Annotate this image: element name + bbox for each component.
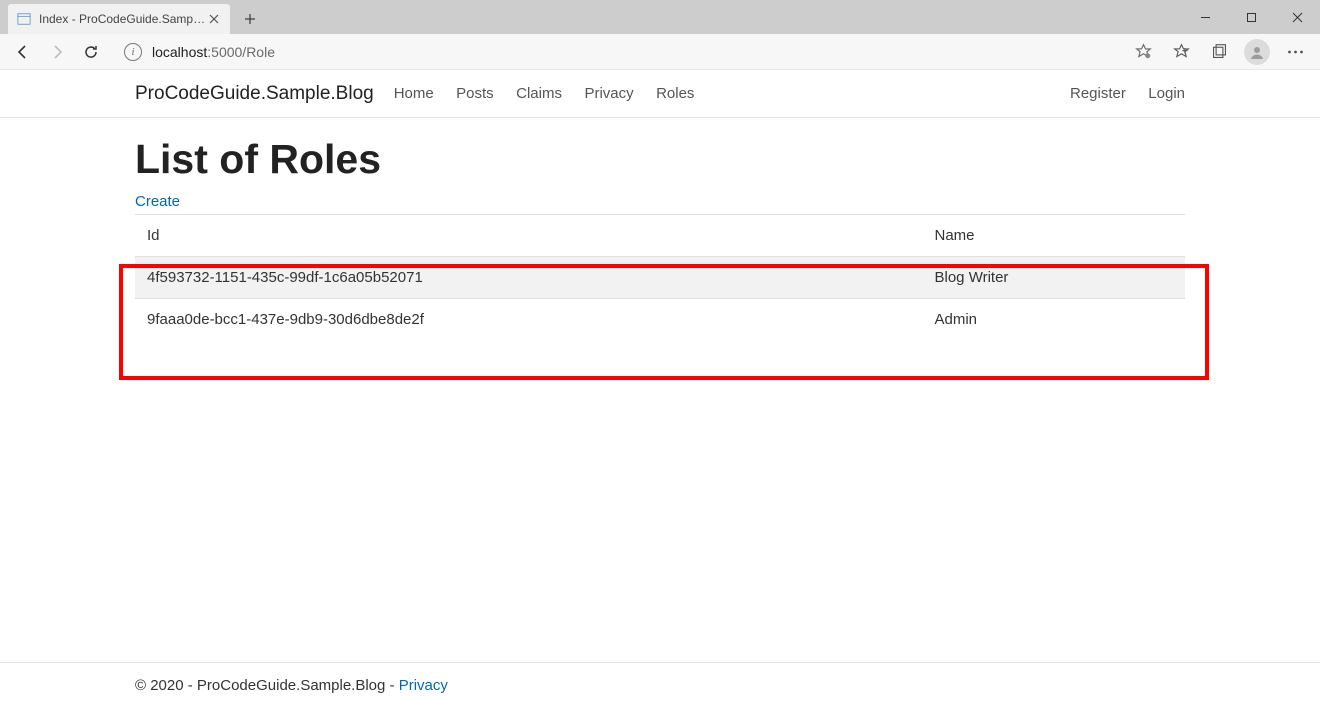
back-button[interactable] xyxy=(6,36,40,68)
page-title: List of Roles xyxy=(135,136,1185,183)
footer: © 2020 - ProCodeGuide.Sample.Blog - Priv… xyxy=(0,662,1320,708)
browser-tab[interactable]: Index - ProCodeGuide.Sample.Bl xyxy=(8,4,230,34)
site-info-icon[interactable]: i xyxy=(124,43,142,61)
cell-id: 4f593732-1151-435c-99df-1c6a05b52071 xyxy=(135,257,923,299)
create-link[interactable]: Create xyxy=(135,193,180,210)
favicon-icon xyxy=(16,11,32,27)
cell-name: Admin xyxy=(923,299,1186,341)
browser-toolbar: i localhost:5000/Role xyxy=(0,34,1320,70)
roles-table: Id Name 4f593732-1151-435c-99df-1c6a05b5… xyxy=(135,214,1185,340)
profile-button[interactable] xyxy=(1238,36,1276,68)
avatar-icon xyxy=(1244,39,1270,65)
favorites-icon[interactable] xyxy=(1162,36,1200,68)
nav-privacy[interactable]: Privacy xyxy=(584,85,633,102)
refresh-button[interactable] xyxy=(74,36,108,68)
nav-home[interactable]: Home xyxy=(394,85,434,102)
column-header-id: Id xyxy=(135,215,923,257)
site-navbar: ProCodeGuide.Sample.Blog Home Posts Clai… xyxy=(0,70,1320,118)
nav-register[interactable]: Register xyxy=(1070,85,1126,102)
brand-link[interactable]: ProCodeGuide.Sample.Blog xyxy=(135,83,374,105)
footer-text: © 2020 - ProCodeGuide.Sample.Blog - xyxy=(135,677,399,694)
forward-button[interactable] xyxy=(40,36,74,68)
cell-id: 9faaa0de-bcc1-437e-9db9-30d6dbe8de2f xyxy=(135,299,923,341)
column-header-name: Name xyxy=(923,215,1186,257)
nav-posts[interactable]: Posts xyxy=(456,85,494,102)
new-tab-button[interactable] xyxy=(236,5,264,33)
url-path: :5000/Role xyxy=(207,44,275,60)
window-minimize-button[interactable] xyxy=(1182,0,1228,34)
table-row: 4f593732-1151-435c-99df-1c6a05b52071 Blo… xyxy=(135,257,1185,299)
address-bar[interactable]: i localhost:5000/Role xyxy=(114,37,1118,67)
window-close-button[interactable] xyxy=(1274,0,1320,34)
tab-title: Index - ProCodeGuide.Sample.Bl xyxy=(39,12,206,26)
nav-login[interactable]: Login xyxy=(1148,85,1185,102)
more-menu-button[interactable] xyxy=(1276,36,1314,68)
collections-icon[interactable] xyxy=(1200,36,1238,68)
nav-roles[interactable]: Roles xyxy=(656,85,694,102)
close-tab-icon[interactable] xyxy=(206,11,222,27)
shopping-icon[interactable] xyxy=(1124,36,1162,68)
window-maximize-button[interactable] xyxy=(1228,0,1274,34)
footer-privacy-link[interactable]: Privacy xyxy=(399,677,448,694)
table-row: 9faaa0de-bcc1-437e-9db9-30d6dbe8de2f Adm… xyxy=(135,299,1185,341)
cell-name: Blog Writer xyxy=(923,257,1186,299)
url-host: localhost xyxy=(152,44,207,60)
window-controls xyxy=(1182,0,1320,34)
browser-tab-strip: Index - ProCodeGuide.Sample.Bl xyxy=(0,0,1320,34)
nav-claims[interactable]: Claims xyxy=(516,85,562,102)
